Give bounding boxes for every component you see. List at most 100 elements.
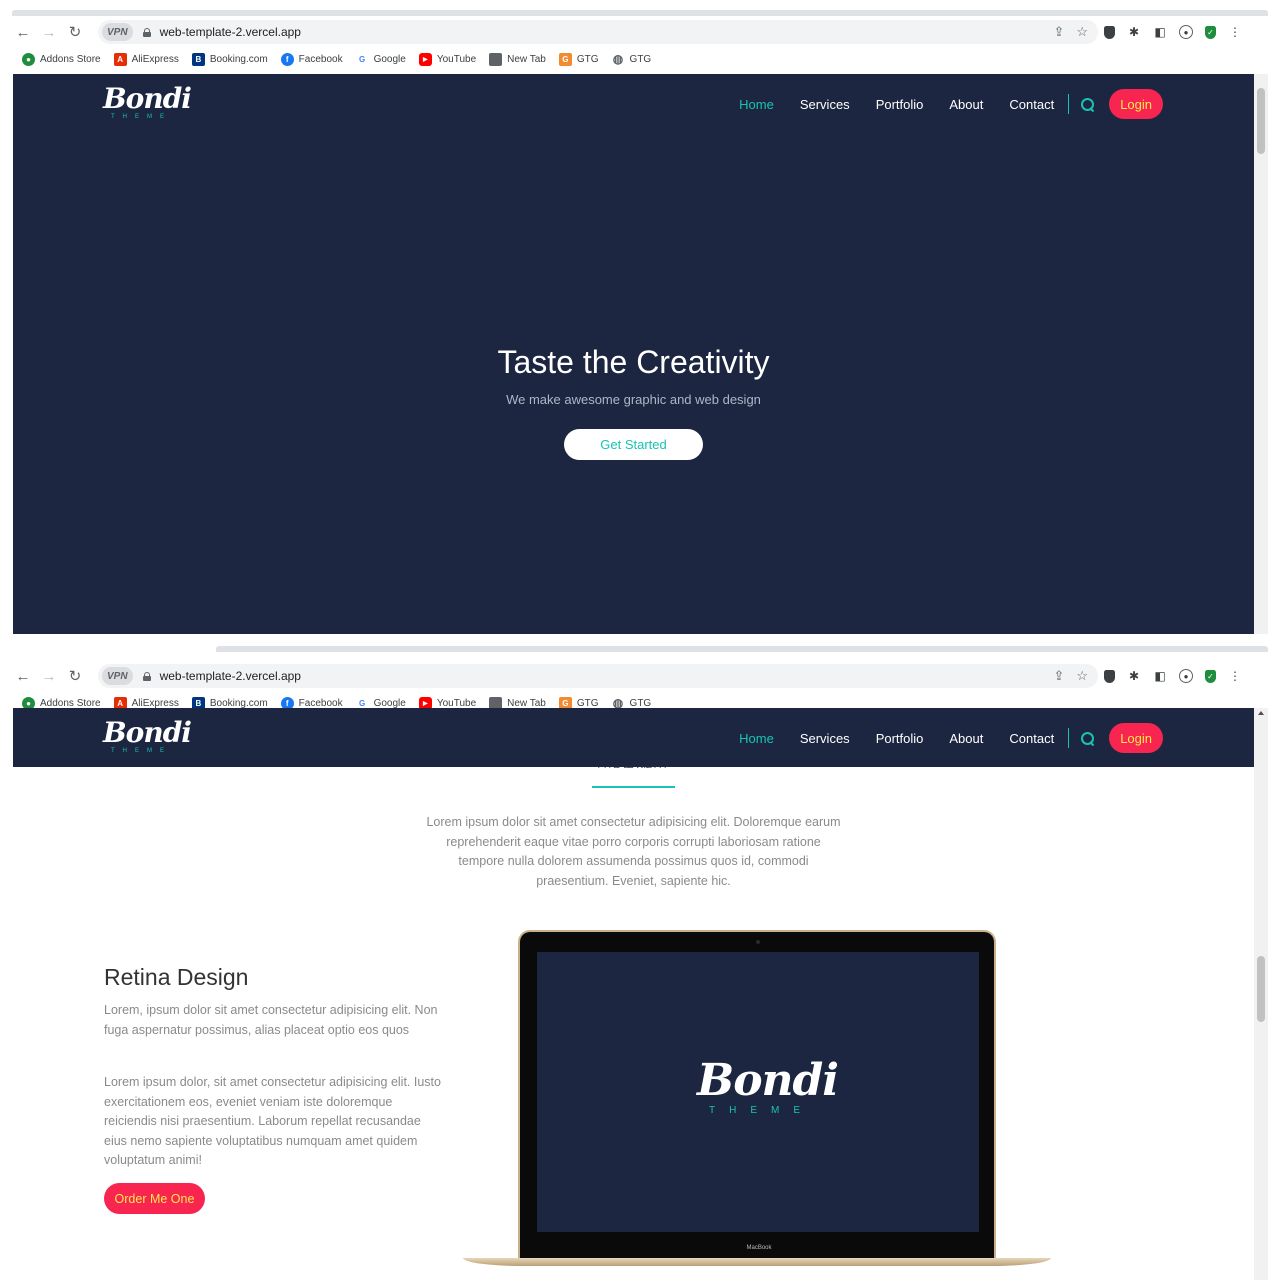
side-panel-icon[interactable]: ◧ — [1153, 669, 1167, 683]
nav-home[interactable]: Home — [739, 731, 774, 746]
forward-icon[interactable]: → — [38, 21, 60, 43]
login-button[interactable]: Login — [1109, 723, 1163, 753]
laptop-camera — [756, 940, 760, 944]
hero-title: Taste the Creativity — [497, 344, 770, 380]
logo-wordmark: Bondi — [103, 716, 192, 749]
laptop-brand-label: MacBook — [746, 1245, 772, 1251]
vpn-badge[interactable]: VPN — [102, 23, 133, 41]
lock-icon[interactable] — [142, 27, 151, 37]
bookmark-gtg[interactable]: G GTG — [558, 52, 599, 66]
address-bar[interactable]: VPN web-template-2.vercel.app ⇪ ☆ — [98, 20, 1098, 44]
nav-contact[interactable]: Contact — [1009, 97, 1054, 112]
hero-subtitle: We make awesome graphic and web design — [506, 392, 761, 407]
youtube-icon: ▶ — [418, 52, 432, 66]
order-me-one-button[interactable]: Order Me One — [104, 1183, 205, 1214]
bookmark-booking[interactable]: B Booking.com — [191, 52, 268, 66]
section-underline — [592, 786, 675, 788]
side-panel-icon[interactable]: ◧ — [1153, 25, 1167, 39]
search-icon[interactable] — [1081, 97, 1095, 111]
vpn-badge[interactable]: VPN — [102, 667, 133, 685]
star-icon[interactable]: ☆ — [1076, 668, 1088, 684]
search-icon[interactable] — [1081, 731, 1095, 745]
browser-window-bottom: ← → ↻ VPN web-template-2.vercel.app ⇪ ☆ … — [0, 644, 1280, 1280]
tab-strip — [12, 10, 1268, 16]
nav-about[interactable]: About — [949, 731, 983, 746]
laptop-screen: Bondi THEME — [537, 952, 979, 1232]
nav-about[interactable]: About — [949, 97, 983, 112]
get-started-button[interactable]: Get Started — [564, 429, 703, 460]
new-tab-icon — [489, 52, 503, 66]
hero-section: Taste the Creativity We make awesome gra… — [13, 74, 1254, 634]
nav-divider — [1068, 94, 1070, 114]
site-menu: Home Services Portfolio About Contact Lo… — [739, 89, 1163, 119]
profile-icon[interactable]: ● — [1179, 25, 1193, 39]
profile-icon[interactable]: ● — [1179, 669, 1193, 683]
globe-icon: ◍ — [612, 52, 624, 66]
nav-home[interactable]: Home — [739, 97, 774, 112]
bookmark-addons-store[interactable]: ● Addons Store — [22, 52, 101, 66]
nav-portfolio[interactable]: Portfolio — [876, 97, 924, 112]
bookmark-gtg-2[interactable]: ◍ GTG — [612, 52, 651, 66]
ad-block-icon[interactable] — [1104, 25, 1115, 39]
ad-block-icon[interactable] — [1104, 669, 1115, 683]
laptop-base — [463, 1258, 1051, 1266]
back-icon[interactable]: ← — [12, 665, 34, 687]
site-navbar: Bondi THEME Home Services Portfolio Abou… — [13, 708, 1254, 767]
logo-wordmark: Bondi — [103, 82, 192, 115]
facebook-icon: f — [280, 52, 294, 66]
screen-logo-subtitle: THEME — [709, 1105, 814, 1116]
nav-contact[interactable]: Contact — [1009, 731, 1054, 746]
page-scrollbar[interactable] — [1254, 74, 1268, 634]
lock-icon[interactable] — [142, 671, 151, 681]
nav-services[interactable]: Services — [800, 97, 850, 112]
google-icon: G — [358, 54, 366, 64]
bookmark-facebook[interactable]: f Facebook — [280, 52, 343, 66]
bookmark-aliexpress[interactable]: A AliExpress — [113, 52, 179, 66]
url-text[interactable]: web-template-2.vercel.app — [160, 25, 301, 39]
nav-services[interactable]: Services — [800, 731, 850, 746]
security-shield-icon[interactable]: ✓ — [1205, 25, 1216, 39]
screen-logo-wordmark: Bondi — [697, 1055, 839, 1106]
section-intro: Lorem ipsum dolor sit amet consectetur a… — [426, 815, 841, 888]
bookmark-new-tab[interactable]: New Tab — [489, 52, 546, 66]
browser-window-top: ← → ↻ VPN web-template-2.vercel.app ⇪ ☆ … — [0, 0, 1280, 636]
star-icon[interactable]: ☆ — [1076, 24, 1088, 40]
nav-divider — [1068, 728, 1070, 748]
page-viewport: THE GREAT TEAM Lorem ipsum dolor sit ame… — [13, 708, 1254, 1280]
scrollbar-thumb[interactable] — [1257, 956, 1265, 1022]
reload-icon[interactable]: ↻ — [64, 21, 86, 43]
security-shield-icon[interactable]: ✓ — [1205, 669, 1216, 683]
site-logo[interactable]: Bondi THEME — [103, 84, 193, 124]
feature-title: Retina Design — [104, 964, 249, 990]
bookmark-youtube[interactable]: ▶ YouTube — [418, 52, 476, 66]
menu-dots-icon[interactable]: ⋮ — [1228, 25, 1242, 39]
browser-toolbar: ← → ↻ VPN web-template-2.vercel.app ⇪ ☆ … — [12, 18, 1268, 46]
reload-icon[interactable]: ↻ — [64, 665, 86, 687]
scroll-up-icon[interactable] — [1258, 711, 1264, 715]
extensions-icon[interactable]: ✱ — [1127, 25, 1141, 39]
nav-portfolio[interactable]: Portfolio — [876, 731, 924, 746]
feature-paragraph-1: Lorem, ipsum dolor sit amet consectetur … — [104, 1003, 438, 1037]
login-button[interactable]: Login — [1109, 89, 1163, 119]
site-logo[interactable]: Bondi THEME — [103, 718, 193, 758]
extensions-icon[interactable]: ✱ — [1127, 669, 1141, 683]
bookmarks-bar: ● Addons Store A AliExpress B Booking.com f… — [22, 50, 651, 68]
address-bar[interactable]: VPN web-template-2.vercel.app ⇪ ☆ — [98, 664, 1098, 688]
scrollbar-thumb[interactable] — [1257, 88, 1265, 154]
page-scrollbar[interactable] — [1254, 708, 1268, 1280]
gtg-icon: G — [558, 52, 572, 66]
booking-icon: B — [191, 52, 205, 66]
menu-dots-icon[interactable]: ⋮ — [1228, 669, 1242, 683]
forward-icon[interactable]: → — [38, 665, 60, 687]
share-icon[interactable]: ⇪ — [1053, 24, 1064, 40]
addons-store-icon: ● — [22, 52, 35, 66]
share-icon[interactable]: ⇪ — [1053, 668, 1064, 684]
page-viewport: Taste the Creativity We make awesome gra… — [13, 74, 1254, 634]
laptop-mockup: Bondi THEME MacBook — [518, 930, 996, 1260]
bookmark-google[interactable]: G Google — [356, 53, 406, 66]
aliexpress-icon: A — [113, 52, 127, 66]
url-text[interactable]: web-template-2.vercel.app — [160, 669, 301, 683]
back-icon[interactable]: ← — [12, 21, 34, 43]
screen-logo: Bondi THEME — [697, 1055, 839, 1117]
tab-strip — [216, 646, 1268, 652]
